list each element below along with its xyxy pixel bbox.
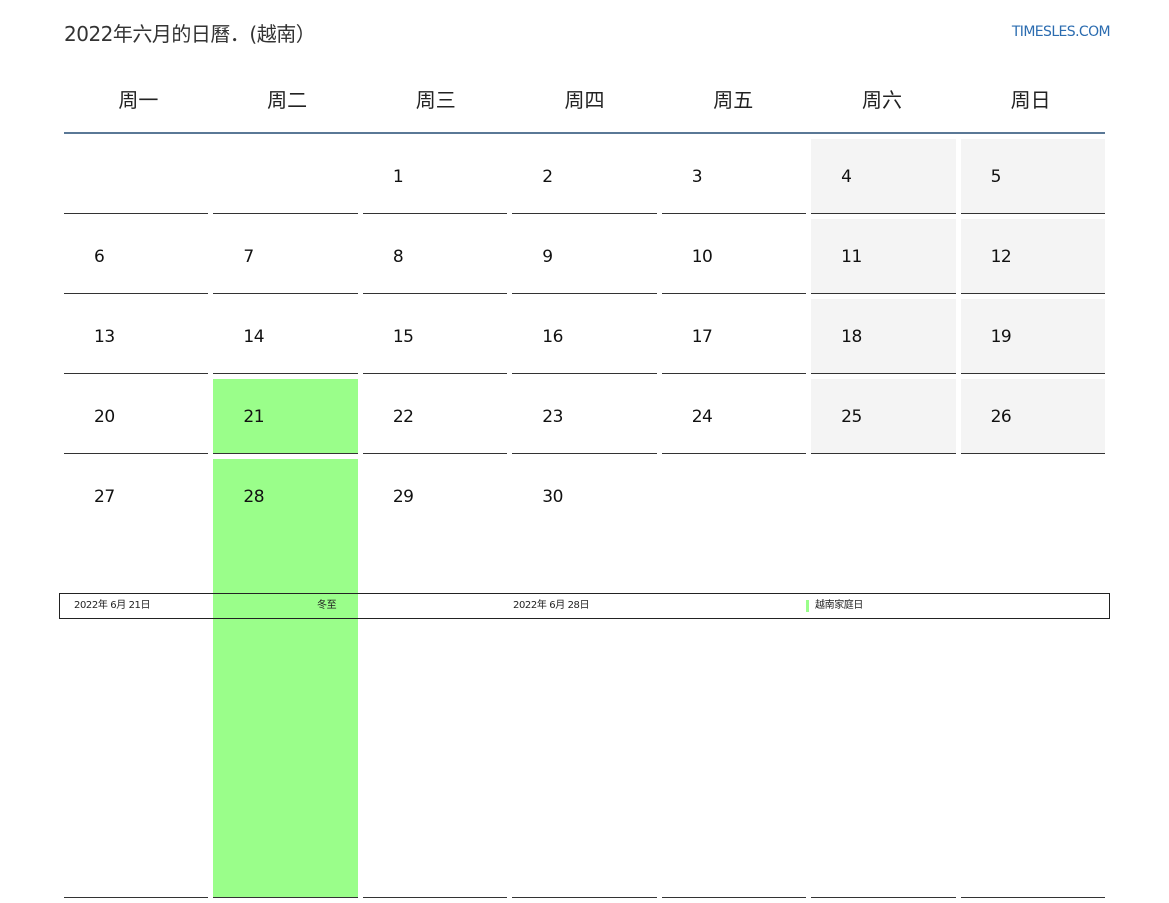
day-number: 29 bbox=[392, 487, 414, 507]
legend-holiday-name: 冬至 bbox=[317, 600, 337, 611]
legend-holiday-name: 越南家庭日 bbox=[815, 600, 863, 611]
day-number: 16 bbox=[542, 327, 563, 347]
calendar-day-cell bbox=[213, 139, 358, 214]
calendar-grid: 1 2 3 4 5 6 7 8 9 10 11 12 13 14 15 16 17 18 19 20 21 22 23 24 2… bbox=[64, 139, 1105, 903]
calendar-day-cell: 18 bbox=[811, 299, 956, 374]
calendar-day-cell: 29 bbox=[362, 459, 508, 898]
calendar-day-cell: 27 bbox=[64, 459, 209, 898]
day-number: 20 bbox=[94, 407, 115, 427]
day-number: 5 bbox=[990, 167, 1002, 187]
day-number: 1 bbox=[392, 167, 404, 187]
day-number: 23 bbox=[542, 407, 563, 427]
calendar-day-cell: 10 bbox=[661, 219, 807, 294]
calendar-day-cell: 19 bbox=[960, 299, 1105, 374]
calendar-day-cell: 2 bbox=[512, 139, 657, 214]
calendar-day-cell: 28 bbox=[213, 459, 358, 898]
calendar-day-cell bbox=[960, 459, 1105, 898]
calendar-day-cell: 23 bbox=[512, 379, 657, 454]
calendar-day-cell: 26 bbox=[960, 379, 1105, 454]
day-number: 3 bbox=[691, 167, 703, 187]
day-number: 12 bbox=[990, 247, 1012, 267]
legend-color-swatch bbox=[806, 600, 809, 612]
calendar-day-cell: 8 bbox=[362, 219, 508, 294]
weekday-fri: 周五 bbox=[713, 88, 754, 112]
calendar-day-cell: 22 bbox=[362, 379, 508, 454]
day-number: 27 bbox=[94, 487, 115, 507]
calendar-day-cell: 21 bbox=[213, 379, 358, 454]
legend-date: 2022年 6月 21日 bbox=[74, 600, 151, 611]
calendar-day-cell: 5 bbox=[960, 139, 1105, 214]
day-number: 24 bbox=[691, 407, 713, 427]
legend-color-swatch bbox=[308, 600, 311, 612]
calendar-day-cell: 17 bbox=[661, 299, 807, 374]
weekday-tue: 周二 bbox=[267, 88, 308, 112]
weekday-sun: 周日 bbox=[1010, 88, 1051, 112]
weekday-wed: 周三 bbox=[415, 88, 456, 112]
day-number: 10 bbox=[691, 247, 713, 267]
site-link[interactable]: TIMESLES.COM bbox=[1012, 24, 1111, 40]
calendar-day-cell: 30 bbox=[512, 459, 657, 898]
calendar-day-cell bbox=[661, 459, 807, 898]
day-number: 17 bbox=[691, 327, 713, 347]
calendar-day-cell: 3 bbox=[661, 139, 807, 214]
day-number: 13 bbox=[94, 327, 115, 347]
calendar-day-cell: 25 bbox=[811, 379, 956, 454]
weekday-mon: 周一 bbox=[118, 88, 159, 112]
calendar-day-cell: 1 bbox=[362, 139, 508, 214]
calendar-day-cell: 14 bbox=[213, 299, 358, 374]
day-number: 19 bbox=[990, 327, 1012, 347]
day-number: 15 bbox=[392, 327, 414, 347]
calendar-day-cell: 24 bbox=[661, 379, 807, 454]
day-number: 11 bbox=[841, 247, 862, 267]
day-number: 26 bbox=[990, 407, 1012, 427]
calendar-day-cell: 4 bbox=[811, 139, 956, 214]
day-number: 8 bbox=[392, 247, 404, 267]
calendar-day-cell bbox=[811, 459, 956, 898]
day-number: 2 bbox=[542, 167, 553, 187]
day-number: 22 bbox=[392, 407, 414, 427]
day-number: 18 bbox=[841, 327, 862, 347]
day-number: 6 bbox=[94, 247, 105, 267]
calendar-day-cell: 6 bbox=[64, 219, 209, 294]
weekday-header: 周一 周二 周三 周四 周五 周六 周日 bbox=[64, 72, 1105, 134]
weekday-sat: 周六 bbox=[861, 88, 902, 112]
calendar-day-cell: 11 bbox=[811, 219, 956, 294]
day-number: 21 bbox=[243, 407, 265, 427]
calendar-day-cell bbox=[64, 139, 209, 214]
weekday-thu: 周四 bbox=[564, 88, 605, 112]
calendar-day-cell: 15 bbox=[362, 299, 508, 374]
legend-date: 2022年 6月 28日 bbox=[513, 600, 590, 611]
calendar-day-cell: 16 bbox=[512, 299, 657, 374]
holiday-legend: 2022年 6月 21日 冬至 2022年 6月 28日 越南家庭日 bbox=[59, 593, 1110, 619]
calendar-day-cell: 9 bbox=[512, 219, 657, 294]
page-title: 2022年六月的日曆．(越南） bbox=[64, 22, 316, 46]
day-number: 14 bbox=[243, 327, 265, 347]
day-number: 9 bbox=[542, 247, 553, 267]
day-number: 25 bbox=[841, 407, 862, 427]
calendar-day-cell: 20 bbox=[64, 379, 209, 454]
calendar-day-cell: 12 bbox=[960, 219, 1105, 294]
calendar-day-cell: 13 bbox=[64, 299, 209, 374]
day-number: 28 bbox=[243, 487, 265, 507]
day-number: 4 bbox=[841, 167, 852, 187]
day-number: 7 bbox=[243, 247, 254, 267]
day-number: 30 bbox=[542, 487, 563, 507]
calendar-day-cell: 7 bbox=[213, 219, 358, 294]
